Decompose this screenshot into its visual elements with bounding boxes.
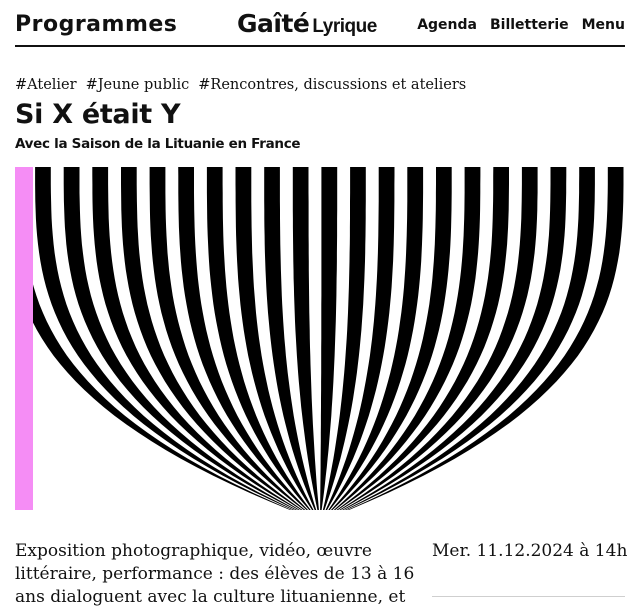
event-hero-image: [15, 167, 625, 510]
event-description: Exposition photographique, vidéo, œuvre …: [15, 541, 415, 607]
logo-main-text: Gaîté: [237, 9, 310, 38]
hero-stripes-graphic: [15, 167, 624, 510]
tag-atelier[interactable]: #Atelier: [15, 77, 77, 93]
tag-jeune-public[interactable]: #Jeune public: [86, 77, 190, 93]
tag-rencontres[interactable]: #Rencontres, discussions et ateliers: [198, 77, 466, 93]
logo-sub-text: Lyrique: [312, 16, 377, 37]
hero-accent-band: [15, 167, 33, 510]
header-nav: Agenda Billetterie Menu: [417, 17, 625, 33]
site-header: Programmes Gaîté Lyrique Agenda Billetter…: [15, 0, 625, 47]
event-subtitle: Avec la Saison de la Lituanie en France: [15, 136, 301, 152]
event-date: Mer. 11.12.2024 à 14h: [432, 541, 628, 561]
date-divider: [432, 596, 625, 597]
nav-agenda-link[interactable]: Agenda: [417, 17, 477, 33]
event-title: Si X était Y: [15, 99, 181, 130]
event-tags: #Atelier #Jeune public #Rencontres, disc…: [15, 77, 466, 93]
nav-billetterie-link[interactable]: Billetterie: [490, 17, 569, 33]
gaite-lyrique-logo[interactable]: Gaîté Lyrique: [237, 9, 377, 38]
hero-stripe-shapes: [15, 167, 624, 510]
nav-programmes-link[interactable]: Programmes: [15, 12, 177, 37]
nav-menu-button[interactable]: Menu: [582, 17, 625, 33]
